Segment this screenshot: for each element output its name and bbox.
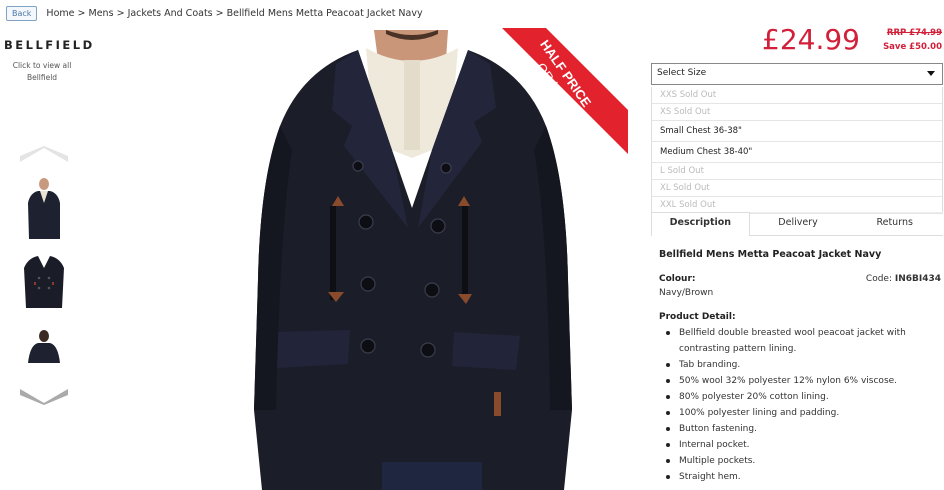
- product-info-tabs: Description Delivery Returns: [651, 212, 944, 236]
- savings-amount: Save £50.00: [883, 42, 942, 52]
- product-detail-heading: Product Detail:: [659, 312, 736, 322]
- colour-label: Colour:: [659, 274, 696, 284]
- jacket-flat-thumbnail[interactable]: [20, 248, 68, 314]
- breadcrumb-current: Bellfield Mens Metta Peacoat Jacket Navy: [226, 7, 423, 19]
- code-value: IN6BI434: [894, 274, 941, 284]
- product-detail-list: Bellfield double breasted wool peacoat j…: [659, 325, 941, 485]
- size-option-xxs: XXS Sold Out: [651, 87, 943, 104]
- view-all-brand-link[interactable]: Click to view all Bellfield: [4, 60, 80, 84]
- breadcrumb-separator: >: [77, 7, 86, 19]
- product-title: Bellfield Mens Metta Peacoat Jacket Navy: [659, 249, 882, 260]
- list-item: Button fastening.: [666, 421, 941, 437]
- tab-delivery[interactable]: Delivery: [749, 212, 847, 236]
- size-option-l: L Sold Out: [651, 163, 943, 180]
- breadcrumb-jackets[interactable]: Jackets And Coats: [128, 8, 213, 19]
- view-all-line1: Click to view all: [12, 61, 72, 70]
- size-dropdown-placeholder: Select Size: [657, 68, 707, 78]
- code-label: Code:: [865, 274, 892, 284]
- colour-code-row: Colour: Code: IN6BI434: [659, 274, 941, 284]
- model-front-thumbnail[interactable]: [20, 173, 68, 239]
- model-back-thumbnail[interactable]: [20, 323, 68, 389]
- size-option-xl: XL Sold Out: [651, 180, 943, 197]
- list-item: 100% polyester lining and padding.: [666, 405, 941, 421]
- brand-logo[interactable]: BELLFIELD: [4, 38, 92, 52]
- list-item: Multiple pockets.: [666, 453, 941, 469]
- tab-returns[interactable]: Returns: [846, 212, 944, 236]
- list-item: Internal pocket.: [666, 437, 941, 453]
- list-item: 50% wool 32% polyester 12% nylon 6% visc…: [666, 373, 941, 389]
- list-item: 80% polyester 20% cotton lining.: [666, 389, 941, 405]
- list-item: Bellfield double breasted wool peacoat j…: [666, 325, 941, 357]
- colour-value: Navy/Brown: [659, 288, 714, 298]
- breadcrumb-home[interactable]: Home: [46, 8, 74, 19]
- breadcrumb-separator: >: [116, 7, 125, 19]
- brand-panel: BELLFIELD Click to view all Bellfield: [4, 38, 92, 84]
- size-options-list: XXS Sold Out XS Sold Out Small Chest 36-…: [651, 87, 943, 214]
- size-option-small[interactable]: Small Chest 36-38": [651, 121, 943, 142]
- list-item: Tab branding.: [666, 357, 941, 373]
- chevron-down-icon[interactable]: [20, 389, 68, 405]
- breadcrumb-separator: >: [215, 7, 224, 19]
- size-dropdown[interactable]: Select Size: [651, 63, 943, 85]
- breadcrumb-mens[interactable]: Mens: [89, 8, 114, 19]
- size-option-medium[interactable]: Medium Chest 38-40": [651, 142, 943, 163]
- list-item: Straight hem.: [666, 469, 941, 485]
- view-all-line2: Bellfield: [26, 73, 58, 82]
- description-panel: Bellfield Mens Metta Peacoat Jacket Navy…: [659, 249, 941, 485]
- chevron-up-icon[interactable]: [20, 146, 68, 162]
- size-option-xs: XS Sold Out: [651, 104, 943, 121]
- product-code: Code: IN6BI434: [866, 274, 941, 284]
- breadcrumb-bar: Back Home > Mens > Jackets And Coats > B…: [6, 4, 423, 22]
- current-price: £24.99: [762, 23, 860, 56]
- back-button[interactable]: Back: [6, 5, 38, 21]
- half-price-ribbon: HALF PRICE OR LESS: [502, 28, 628, 154]
- caret-down-icon: [927, 71, 935, 76]
- breadcrumb: Home > Mens > Jackets And Coats > Bellfi…: [46, 8, 422, 19]
- rrp-price: RRP £74.99: [886, 28, 942, 38]
- thumbnail-gallery: [20, 146, 68, 408]
- tab-description[interactable]: Description: [651, 212, 750, 236]
